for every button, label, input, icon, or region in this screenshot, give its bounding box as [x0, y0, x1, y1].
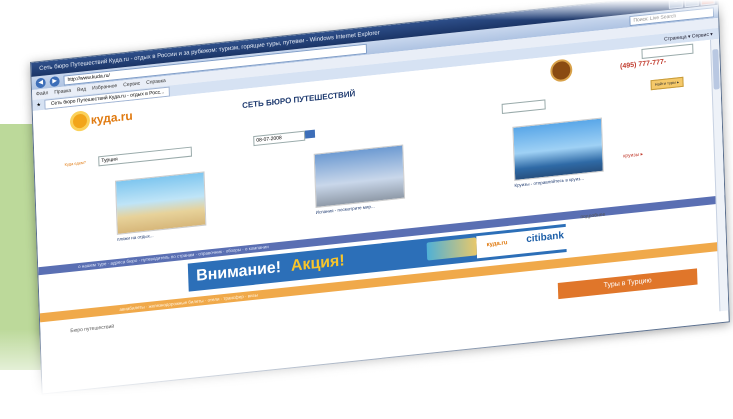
award-medal-icon	[550, 58, 573, 83]
card-beach[interactable]: пляжи на отдых...	[114, 171, 207, 242]
bottom-fade	[0, 329, 733, 419]
cruise-ship-image	[512, 117, 604, 182]
vertical-scrollbar[interactable]	[709, 38, 729, 312]
phone-number: (495) 777-777-	[619, 58, 667, 71]
menu-view[interactable]: Вид	[77, 84, 86, 95]
destination-select[interactable]: Турция	[98, 146, 193, 167]
back-icon[interactable]: ◀	[35, 76, 46, 89]
top-search-field[interactable]	[641, 43, 694, 60]
network-heading: СЕТЬ БЮРО ПУТЕШЕСТВИЙ	[241, 89, 356, 111]
sun-logo-icon	[72, 113, 88, 129]
star-icon[interactable]: ★	[36, 102, 41, 108]
menu-file[interactable]: Файл	[36, 88, 49, 99]
banner-attention: Внимание!	[195, 258, 282, 285]
nights-select[interactable]	[501, 99, 546, 114]
forward-icon[interactable]: ▶	[49, 75, 60, 87]
top-fade	[0, 0, 733, 20]
calendar-icon[interactable]	[304, 129, 316, 139]
where-label: Куда едем?	[64, 159, 87, 167]
bank-card-image	[426, 237, 477, 261]
logo-text: куда.ru	[90, 108, 133, 127]
scrollbar-thumb[interactable]	[712, 48, 720, 90]
card-castle[interactable]: Испания - посмотрите мир...	[313, 144, 406, 215]
banner-promo: Акция!	[290, 252, 345, 275]
date-input[interactable]: 08-07-2008	[253, 130, 306, 147]
find-tours-button[interactable]: Найти туры ▸	[650, 76, 684, 91]
beach-image	[114, 171, 207, 235]
site-logo[interactable]: куда.ru	[72, 108, 133, 129]
card-cruise[interactable]: Круизы - отправляйтесь в круиз...	[512, 117, 604, 188]
details-link[interactable]: подробнее	[580, 212, 605, 221]
turkey-ribbon[interactable]: Туры в Турцию	[557, 268, 698, 300]
castle-image	[313, 144, 406, 208]
